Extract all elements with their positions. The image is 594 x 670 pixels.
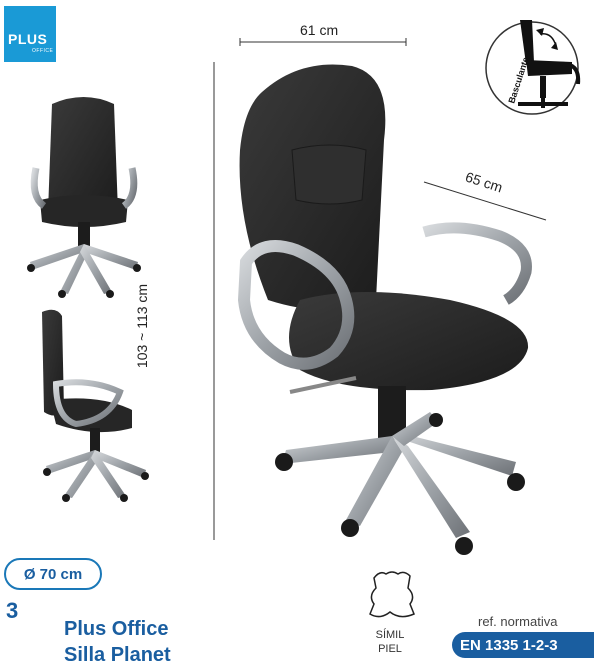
material-line2: PIEL [378,643,402,655]
standard-code-badge: EN 1335 1-2-3 [452,632,594,658]
base-diameter-badge: Ø 70 cm [4,558,102,590]
height-dimension-label: 103 ~ 113 cm [134,283,151,369]
leather-hide-icon [369,571,415,618]
width-dimension-line [239,38,407,46]
main-chair-image [237,64,532,555]
product-title: Plus Office Silla Planet [64,616,171,668]
reclining-chair-icon: Basculante [485,20,581,115]
standard-code-text: EN 1335 1-2-3 [460,636,558,654]
material-line1: SÍMIL [375,629,405,641]
standard-ref-label: ref. normativa [478,614,558,629]
front-view-chair-image [27,97,141,298]
side-view-chair-image [42,309,149,502]
width-dimension-label: 61 cm [300,22,339,38]
product-title-line2: Silla Planet [64,644,171,666]
product-title-line1: Plus Office [64,618,169,640]
material-label: SÍMIL PIEL [368,628,412,656]
product-number: 3 [6,598,19,623]
base-diameter-text: Ø 70 cm [23,565,83,583]
